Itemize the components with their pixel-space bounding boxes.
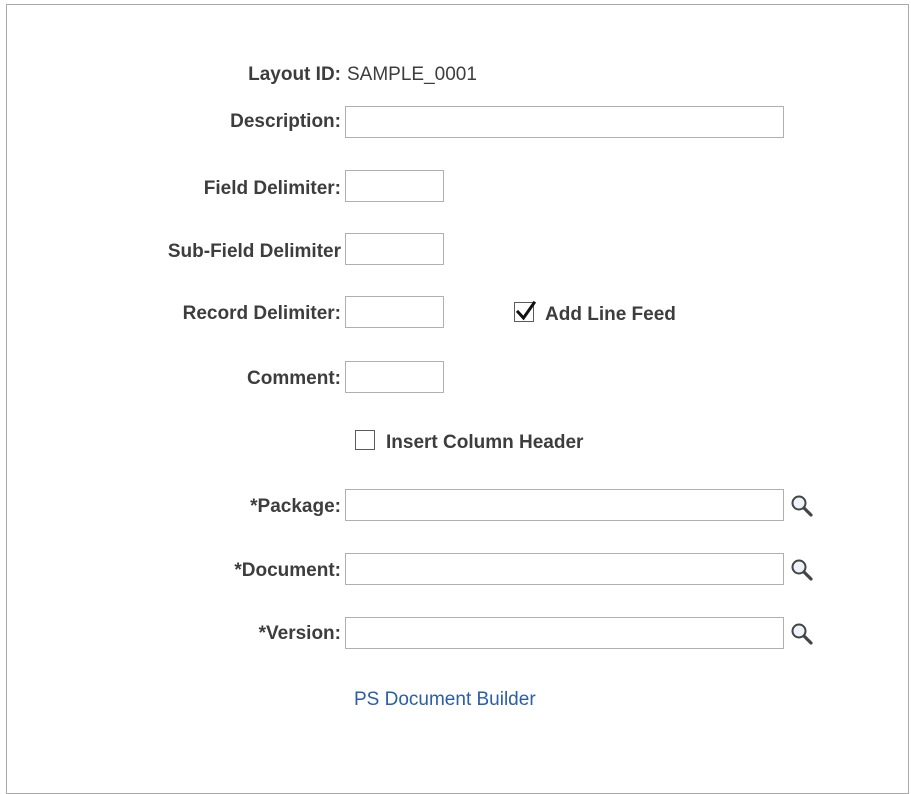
ps-document-builder-link[interactable]: PS Document Builder <box>354 689 536 711</box>
add-line-feed-checkbox[interactable] <box>514 300 537 322</box>
insert-column-header-label[interactable]: Insert Column Header <box>386 432 583 454</box>
field-delimiter-label: Field Delimiter: <box>203 178 341 199</box>
sub-field-delimiter-input[interactable] <box>345 233 444 265</box>
version-input[interactable] <box>345 617 784 649</box>
layout-id-label: Layout ID: <box>248 64 341 85</box>
package-input[interactable] <box>345 489 784 521</box>
package-lookup-icon[interactable] <box>789 493 815 519</box>
description-label: Description: <box>230 111 341 132</box>
document-label: *Document: <box>234 560 341 581</box>
comment-label: Comment: <box>247 368 341 389</box>
field-delimiter-input[interactable] <box>345 170 444 202</box>
layout-id-value: SAMPLE_0001 <box>347 64 477 85</box>
sub-field-delimiter-label: Sub-Field Delimiter <box>167 241 341 262</box>
description-input[interactable] <box>345 106 784 138</box>
add-line-feed-label[interactable]: Add Line Feed <box>545 304 676 326</box>
version-lookup-icon[interactable] <box>789 621 815 647</box>
version-label: *Version: <box>258 623 341 644</box>
document-input[interactable] <box>345 553 784 585</box>
package-label: *Package: <box>250 496 341 517</box>
record-delimiter-input[interactable] <box>345 296 444 328</box>
comment-input[interactable] <box>345 361 444 393</box>
checkmark-icon <box>515 300 537 321</box>
record-delimiter-label: Record Delimiter: <box>182 303 341 324</box>
insert-column-header-checkbox[interactable] <box>355 430 375 450</box>
document-lookup-icon[interactable] <box>789 557 815 583</box>
